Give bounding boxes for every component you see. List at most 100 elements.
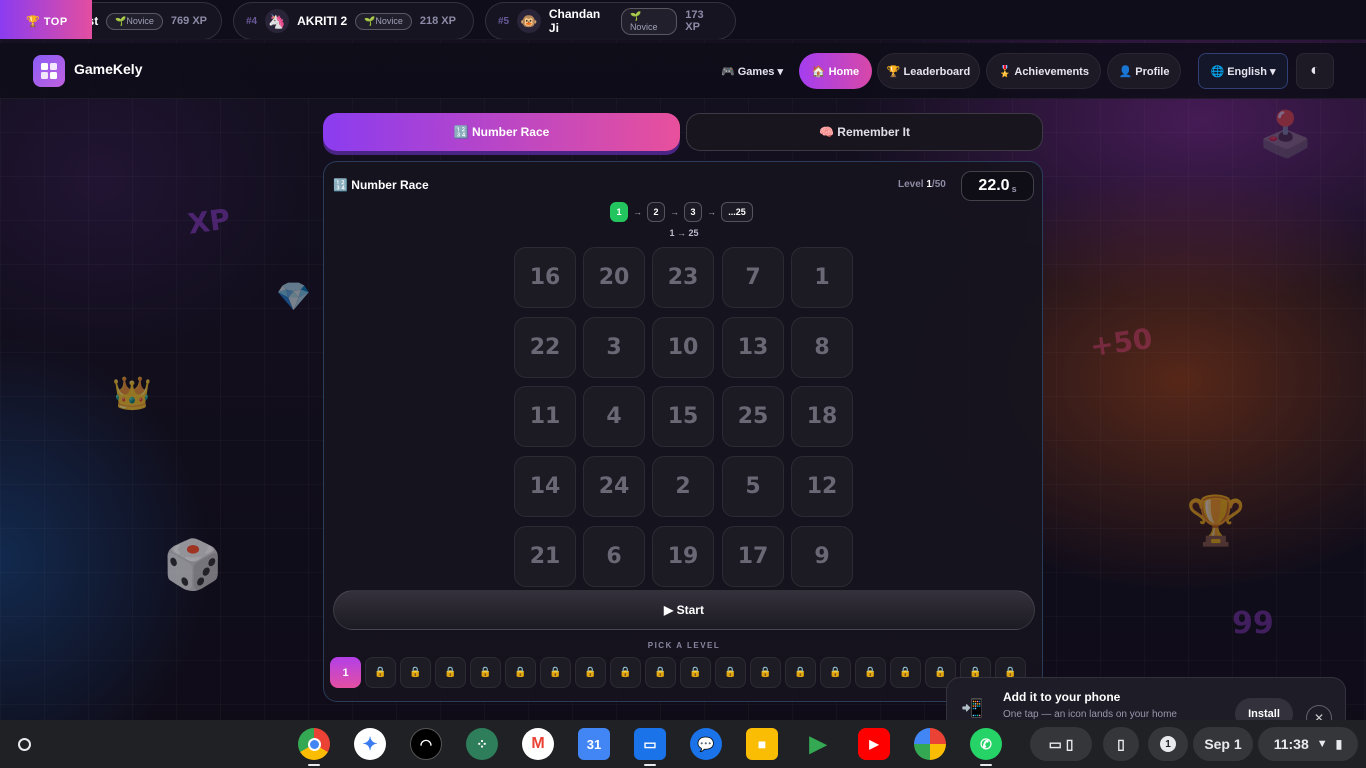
lock-icon[interactable]: 🔒 xyxy=(435,657,466,688)
pick-level-label: PICK A LEVEL xyxy=(647,641,721,650)
photos-icon[interactable] xyxy=(914,728,946,760)
lock-icon[interactable]: 🔒 xyxy=(575,657,606,688)
number-cell[interactable]: 24 xyxy=(583,456,645,517)
phone-hub-icon[interactable]: ▯ xyxy=(1103,727,1139,761)
lock-icon[interactable]: 🔒 xyxy=(610,657,641,688)
sequence-progress: 1 → 2 → 3 → ...25 xyxy=(610,202,753,222)
n99-decoration: 99 xyxy=(1232,606,1274,641)
nav-achievements[interactable]: 🎖️ Achievements xyxy=(986,53,1101,89)
sequence-range: 1 → 25 xyxy=(669,228,699,238)
apps-icon[interactable]: ⁘ xyxy=(466,728,498,760)
lock-icon[interactable]: 🔒 xyxy=(540,657,571,688)
brand-name[interactable]: GameKely xyxy=(74,61,142,77)
number-cell[interactable]: 14 xyxy=(514,456,576,517)
lock-icon[interactable]: 🔒 xyxy=(890,657,921,688)
lock-icon[interactable]: 🔒 xyxy=(680,657,711,688)
timer: 22.0 s xyxy=(961,171,1034,201)
number-cell[interactable]: 17 xyxy=(722,526,784,587)
launcher-icon xyxy=(17,737,31,751)
timer-value: 22.0 xyxy=(978,177,1010,194)
novice-badge: 🌱Novice xyxy=(620,7,678,35)
timer-unit: s xyxy=(1011,184,1017,194)
launcher-button[interactable] xyxy=(10,730,38,758)
number-cell[interactable]: 1 xyxy=(791,247,853,308)
nav-leaderboard[interactable]: 🏆 Leaderboard xyxy=(877,53,980,89)
install-title: Add it to your phone xyxy=(1003,690,1121,704)
lock-icon[interactable]: 🔒 xyxy=(750,657,781,688)
play-store-icon[interactable]: ▶ xyxy=(802,728,834,760)
theme-toggle-icon[interactable]: ◐ xyxy=(1296,53,1334,89)
number-cell[interactable]: 25 xyxy=(722,386,784,447)
number-cell[interactable]: 4 xyxy=(583,386,645,447)
avatar: 🦄 xyxy=(265,9,290,33)
calendar-icon[interactable]: 31 xyxy=(578,728,610,760)
number-cell[interactable]: 15 xyxy=(652,386,714,447)
language-selector[interactable]: 🌐 English ▾ xyxy=(1198,53,1288,89)
number-cell[interactable]: 11 xyxy=(514,386,576,447)
clock: 11:38 xyxy=(1273,736,1309,752)
number-cell[interactable]: 18 xyxy=(791,386,853,447)
number-cell[interactable]: 8 xyxy=(791,317,853,378)
notification-badge[interactable]: 1 xyxy=(1148,727,1188,761)
install-subtitle: One tap — an icon lands on your home xyxy=(1003,709,1177,720)
lock-icon[interactable]: 🔒 xyxy=(400,657,431,688)
phone-icon: 📲 xyxy=(961,698,984,718)
meet-icon[interactable]: ■ xyxy=(746,728,778,760)
tab-remember-it[interactable]: 🧠 Remember It xyxy=(686,113,1043,151)
tab-number-race[interactable]: 🔢 Number Race xyxy=(323,113,680,151)
lock-icon[interactable]: 🔒 xyxy=(785,657,816,688)
gemini-icon[interactable]: ✦ xyxy=(354,728,386,760)
number-cell[interactable]: 12 xyxy=(791,456,853,517)
number-cell[interactable]: 3 xyxy=(583,317,645,378)
logo-icon[interactable] xyxy=(33,55,65,87)
sequence-chip: 3 xyxy=(684,202,702,222)
lock-icon[interactable]: 🔒 xyxy=(470,657,501,688)
number-cell[interactable]: 7 xyxy=(722,247,784,308)
level-indicator: Level 1/50 xyxy=(898,179,946,190)
level-button[interactable]: 1 xyxy=(330,657,361,688)
number-cell[interactable]: 19 xyxy=(652,526,714,587)
gem-icon: 💎 xyxy=(276,280,311,313)
number-cell[interactable]: 13 xyxy=(722,317,784,378)
gmail-icon[interactable]: M xyxy=(522,728,554,760)
number-cell[interactable]: 16 xyxy=(514,247,576,308)
number-cell[interactable]: 9 xyxy=(791,526,853,587)
arrow-icon: → xyxy=(670,207,679,217)
chrome-icon[interactable] xyxy=(298,728,330,766)
game-title: 🔢 Number Race xyxy=(333,178,429,192)
number-cell[interactable]: 5 xyxy=(722,456,784,517)
nav-games[interactable]: 🎮 Games ▾ xyxy=(712,53,792,89)
lock-icon[interactable]: 🔒 xyxy=(855,657,886,688)
lock-icon[interactable]: 🔒 xyxy=(365,657,396,688)
number-cell[interactable]: 21 xyxy=(514,526,576,587)
date-tray[interactable]: Sep 1 xyxy=(1193,727,1253,761)
number-cell[interactable]: 6 xyxy=(583,526,645,587)
number-cell[interactable]: 10 xyxy=(652,317,714,378)
ticker-item[interactable]: #4 🦄 AKRITI 2 🌱Novice 218 XP xyxy=(233,2,474,39)
status-tray[interactable]: 11:38 ▼ ▮ xyxy=(1258,727,1358,761)
wifi-icon: ▼ xyxy=(1316,738,1328,750)
joystick-icon: 🕹️ xyxy=(1258,109,1313,160)
number-cell[interactable]: 22 xyxy=(514,317,576,378)
lock-icon[interactable]: 🔒 xyxy=(505,657,536,688)
start-button[interactable]: ▶ Start xyxy=(333,590,1035,630)
lock-icon[interactable]: 🔒 xyxy=(715,657,746,688)
ticker-xp: 173 XP xyxy=(685,9,704,33)
ticker-item[interactable]: #5 🐵 Chandan Ji 🌱Novice 173 XP xyxy=(485,2,736,39)
number-cell[interactable]: 2 xyxy=(652,456,714,517)
number-cell[interactable]: 20 xyxy=(583,247,645,308)
lock-icon[interactable]: 🔒 xyxy=(645,657,676,688)
number-cell[interactable]: 23 xyxy=(652,247,714,308)
messages-icon[interactable]: 💬 xyxy=(690,728,722,760)
nav-home[interactable]: 🏠 Home xyxy=(799,53,872,89)
novice-badge: 🌱Novice xyxy=(355,12,412,30)
whatsapp-icon[interactable]: ✆ xyxy=(970,728,1002,766)
files-icon[interactable]: ▭ xyxy=(634,728,666,766)
nav-profile[interactable]: 👤 Profile xyxy=(1107,53,1181,89)
trophy-icon: 🏆 xyxy=(1186,493,1246,549)
youtube-icon[interactable]: ▶ xyxy=(858,728,890,760)
ticker-rank: #4 xyxy=(246,15,258,27)
screen-capture-tray[interactable]: ▭ ▯ xyxy=(1030,727,1092,761)
app-icon[interactable]: ◠ xyxy=(410,728,442,760)
lock-icon[interactable]: 🔒 xyxy=(820,657,851,688)
